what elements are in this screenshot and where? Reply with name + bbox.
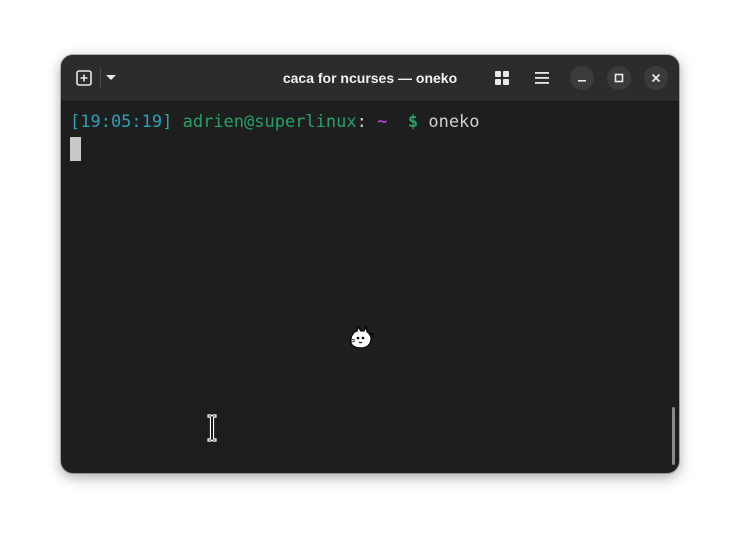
titlebar[interactable]: caca for ncurses — oneko — [61, 55, 679, 102]
oneko-cat-icon — [349, 325, 374, 349]
chevron-down-icon — [106, 75, 116, 80]
hamburger-menu-icon — [535, 72, 549, 84]
maximize-button[interactable] — [607, 66, 631, 90]
scrollbar[interactable] — [672, 407, 675, 465]
new-tab-button[interactable] — [73, 67, 95, 89]
text-cursor — [70, 137, 81, 161]
new-tab-icon — [76, 70, 92, 86]
terminal-area[interactable]: [19:05:19] adrien@superlinux: ~ $ oneko — [61, 102, 679, 473]
close-icon — [651, 73, 661, 83]
mouse-ibeam-cursor-icon — [207, 414, 217, 442]
maximize-icon — [614, 73, 624, 83]
tab-overview-button[interactable] — [491, 67, 513, 89]
prompt-colon: : — [356, 112, 367, 132]
minimize-button[interactable] — [570, 66, 594, 90]
prompt-symbol: $ — [407, 112, 419, 132]
terminal-window: caca for ncurses — oneko [19:05:19] adri… — [61, 55, 679, 473]
tab-dropdown-button[interactable] — [103, 69, 119, 87]
prompt-path: ~ — [377, 112, 388, 132]
titlebar-separator — [100, 68, 101, 88]
prompt-timestamp: [19:05:19] — [70, 112, 173, 132]
grid-view-icon — [495, 71, 509, 85]
minimize-icon — [578, 80, 586, 82]
prompt-userhost: adrien@superlinux — [182, 112, 357, 132]
close-button[interactable] — [644, 66, 668, 90]
main-menu-button[interactable] — [531, 67, 553, 89]
prompt-line: [19:05:19] adrien@superlinux: ~ $ oneko — [70, 111, 480, 133]
prompt-command: oneko — [428, 112, 480, 132]
